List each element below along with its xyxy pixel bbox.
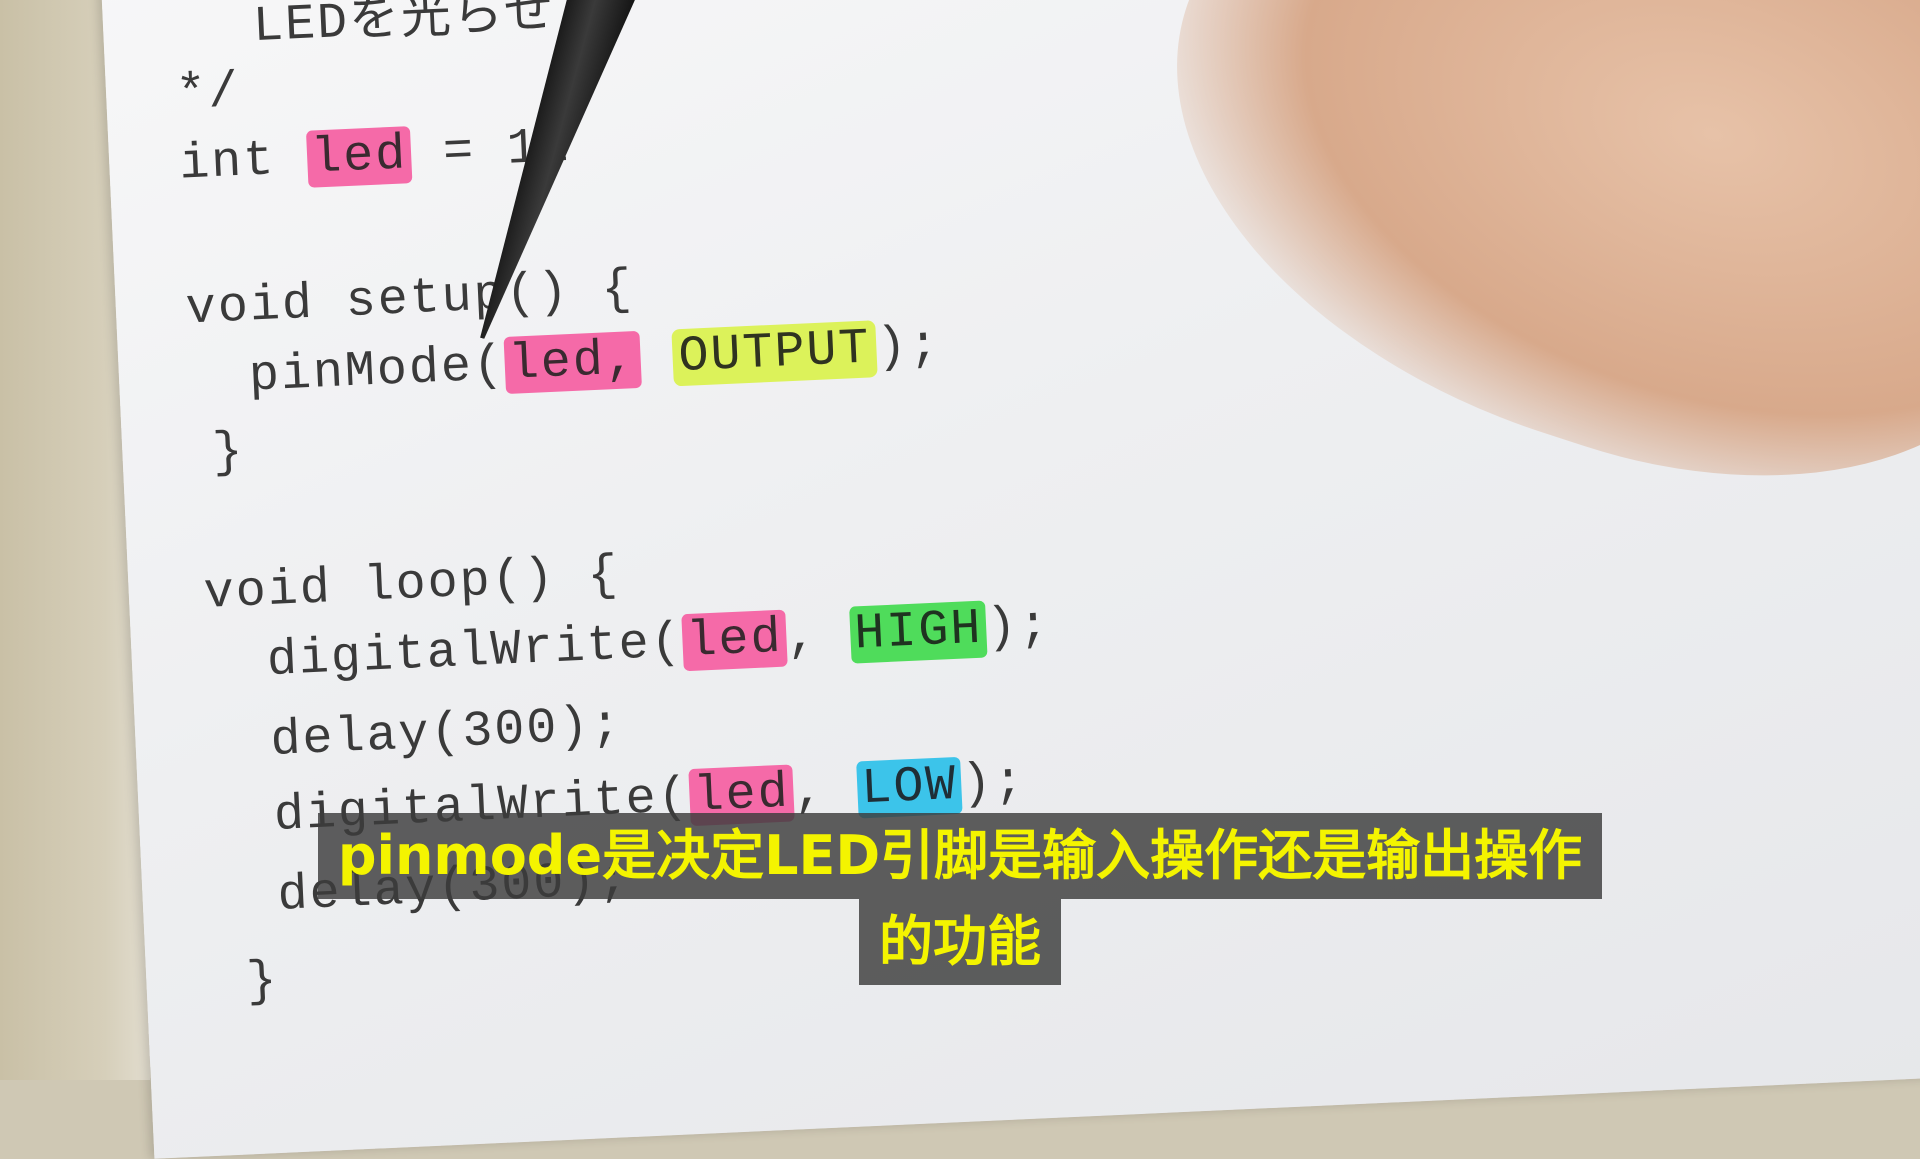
code-setup-close: } (211, 423, 246, 483)
highlight-led: led, (503, 330, 643, 395)
highlight-led: led (305, 126, 413, 188)
highlight-low: LOW (856, 756, 963, 819)
subtitle-text-1: pinmode是决定LED引脚是输入操作还是输出操作 (317, 813, 1603, 899)
subtitle-text-2: 的功能 (859, 899, 1061, 985)
code-delay-1: delay(300); (269, 697, 624, 771)
code-setup-signature: void setup() { (184, 261, 635, 339)
highlight-led: led (681, 609, 788, 672)
code-loop-signature: void loop() { (202, 547, 621, 623)
highlight-high: HIGH (849, 600, 988, 664)
code-comment-end: */ (174, 63, 242, 124)
subtitle-line-1: pinmode是决定LED引脚是输入操作还是输出操作 (0, 813, 1920, 899)
code-header-fragment: LEDを光らせ (251, 0, 558, 57)
code-int-declaration: int led = 12 (178, 118, 573, 194)
subtitle-line-2: 的功能 (0, 899, 1920, 985)
highlight-output: OUTPUT (671, 320, 878, 387)
